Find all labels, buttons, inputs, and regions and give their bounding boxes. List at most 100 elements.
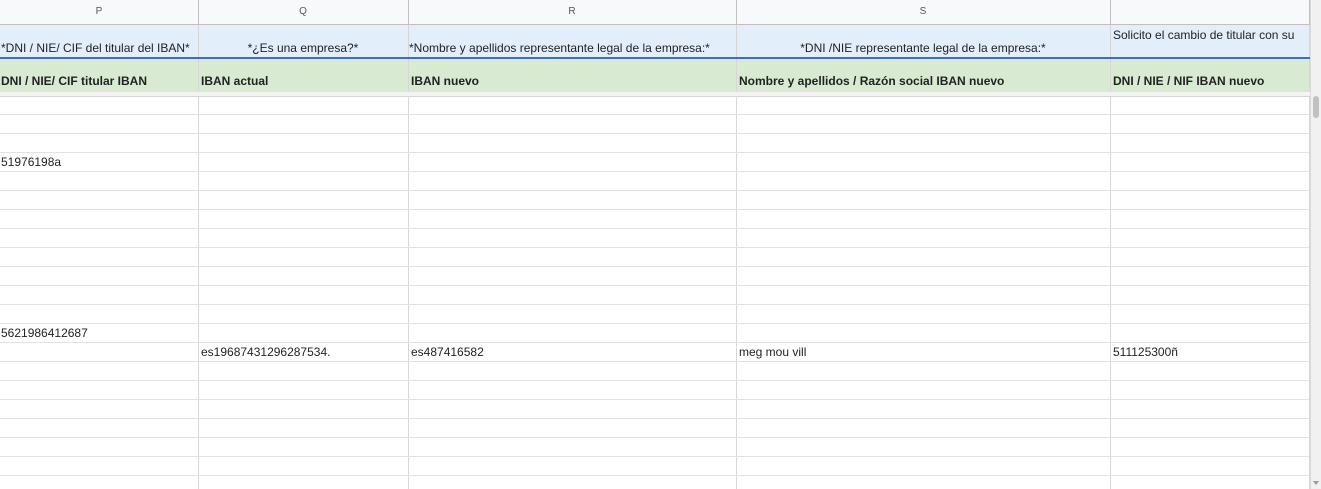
field-header-cell-q[interactable]: IBAN actual [198,59,409,92]
cell-s[interactable] [736,248,1111,267]
cell-p[interactable] [0,267,199,286]
cell-t[interactable] [1110,324,1310,343]
cell-r[interactable] [408,362,737,381]
cell-q[interactable] [198,210,409,229]
cell-r[interactable] [408,267,737,286]
cell-t[interactable] [1110,286,1310,305]
cell-q[interactable] [198,457,409,476]
cell-t[interactable] [1110,381,1310,400]
cell-q[interactable] [198,191,409,210]
cell-t[interactable]: 511125300ñ [1110,343,1310,362]
cell-s[interactable] [736,438,1111,457]
cell-s[interactable]: meg mou vill [736,343,1111,362]
cell-p[interactable] [0,438,199,457]
cell-s[interactable] [736,115,1111,134]
cell-t[interactable] [1110,305,1310,324]
cell-q[interactable]: es19687431296287534. [198,343,409,362]
cell-t[interactable] [1110,96,1310,115]
column-header-s[interactable]: S [736,0,1111,24]
cell-s[interactable] [736,362,1111,381]
cell-s[interactable] [736,153,1111,172]
cell-s[interactable] [736,476,1111,489]
cell-r[interactable] [408,229,737,248]
cell-p[interactable] [0,419,199,438]
cell-t[interactable] [1110,400,1310,419]
column-header-p[interactable]: P [0,0,199,24]
cell-s[interactable] [736,419,1111,438]
cell-q[interactable] [198,96,409,115]
cell-r[interactable] [408,305,737,324]
form-header-cell-s[interactable]: *DNI /NIE representante legal de la empr… [736,25,1111,57]
cell-r[interactable] [408,324,737,343]
cell-q[interactable] [198,305,409,324]
cell-s[interactable] [736,286,1111,305]
column-header-q[interactable]: Q [198,0,409,24]
cell-q[interactable] [198,153,409,172]
cell-r[interactable] [408,134,737,153]
cell-p[interactable] [0,134,199,153]
cell-s[interactable] [736,305,1111,324]
cell-r[interactable] [408,400,737,419]
scroll-down-arrow-icon[interactable] [1312,479,1320,487]
cell-r[interactable] [408,476,737,489]
cell-p[interactable]: 51976198a [0,153,199,172]
cell-r[interactable] [408,438,737,457]
cell-r[interactable] [408,210,737,229]
cell-q[interactable] [198,267,409,286]
cell-s[interactable] [736,134,1111,153]
cell-q[interactable] [198,134,409,153]
cell-p[interactable]: 5621986412687 [0,324,199,343]
cell-r[interactable] [408,381,737,400]
cell-s[interactable] [736,210,1111,229]
cell-q[interactable] [198,115,409,134]
cell-r[interactable] [408,419,737,438]
cell-t[interactable] [1110,115,1310,134]
cell-p[interactable] [0,96,199,115]
cell-r[interactable] [408,457,737,476]
cell-t[interactable] [1110,229,1310,248]
cell-p[interactable] [0,476,199,489]
cell-r[interactable] [408,115,737,134]
cell-s[interactable] [736,191,1111,210]
cell-q[interactable] [198,419,409,438]
cell-s[interactable] [736,96,1111,115]
cell-p[interactable] [0,210,199,229]
column-header-r[interactable]: R [408,0,737,24]
cell-s[interactable] [736,229,1111,248]
form-header-cell-q[interactable]: *¿Es una empresa?* [198,25,409,57]
cell-t[interactable] [1110,457,1310,476]
cell-s[interactable] [736,400,1111,419]
cell-t[interactable] [1110,191,1310,210]
cell-t[interactable] [1110,267,1310,286]
scrollbar-thumb[interactable] [1313,96,1319,118]
cell-q[interactable] [198,324,409,343]
cell-r[interactable] [408,96,737,115]
cell-p[interactable] [0,457,199,476]
cell-p[interactable] [0,305,199,324]
form-header-cell-p[interactable]: *DNI / NIE/ CIF del titular del IBAN* [0,25,199,57]
cell-r[interactable] [408,191,737,210]
cell-p[interactable] [0,229,199,248]
cell-p[interactable] [0,248,199,267]
cell-q[interactable] [198,476,409,489]
field-header-cell-t[interactable]: DNI / NIE / NIF IBAN nuevo [1110,59,1310,92]
cell-t[interactable] [1110,153,1310,172]
cell-s[interactable] [736,457,1111,476]
cell-q[interactable] [198,229,409,248]
cell-q[interactable] [198,438,409,457]
column-header-t[interactable] [1110,0,1310,24]
cell-r[interactable] [408,153,737,172]
cell-t[interactable] [1110,362,1310,381]
cell-r[interactable] [408,248,737,267]
cell-t[interactable] [1110,134,1310,153]
cell-r[interactable]: es487416582 [408,343,737,362]
cell-p[interactable] [0,286,199,305]
cell-t[interactable] [1110,476,1310,489]
cell-t[interactable] [1110,438,1310,457]
cell-q[interactable] [198,381,409,400]
cell-t[interactable] [1110,419,1310,438]
cell-p[interactable] [0,381,199,400]
field-header-cell-p[interactable]: DNI / NIE/ CIF titular IBAN [0,59,199,92]
cell-r[interactable] [408,286,737,305]
cell-p[interactable] [0,115,199,134]
